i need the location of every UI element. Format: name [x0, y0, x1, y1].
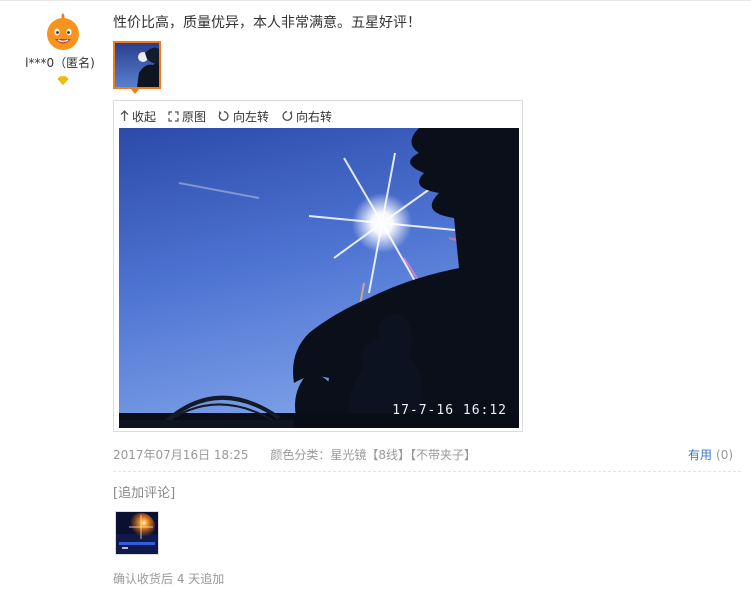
selected-indicator: [130, 88, 140, 94]
mascot-avatar-icon: [47, 13, 79, 50]
rotate-right-icon: [282, 110, 293, 121]
avatar[interactable]: [43, 12, 83, 52]
original-image-button[interactable]: 原图: [168, 108, 206, 125]
review-text: 性价比高，质量优异，本人非常满意。五星好评！: [113, 15, 421, 31]
append-timing-note: 确认收货后 4 天追加: [113, 572, 225, 586]
rotate-right-button[interactable]: 向右转: [281, 108, 332, 125]
useful-label[interactable]: 有用: [688, 448, 712, 462]
image-viewer: 收起 原图 向左转 向右转 17-7-16 16:12: [113, 100, 523, 432]
sku-info: 颜色分类：星光镜【8线】【不带夹子】: [270, 448, 476, 462]
username: l***0（匿名): [25, 56, 95, 70]
collapse-button[interactable]: 收起: [120, 108, 156, 125]
thumbnail-image: [115, 43, 159, 87]
append-review-title: [追加评论]: [113, 486, 176, 501]
review-meta: 2017年07月16日 18:25 颜色分类：星光镜【8线】【不带夹子】: [113, 446, 476, 463]
photo-timestamp: 17-7-16 16:12: [392, 403, 507, 418]
diamond-level-icon: [57, 76, 69, 85]
dashed-divider: [113, 471, 741, 472]
rotate-left-icon: [218, 110, 229, 121]
review-date: 2017年07月16日 18:25: [113, 448, 249, 462]
rotate-left-label: 向左转: [233, 109, 270, 124]
rotate-left-button[interactable]: 向左转: [218, 108, 269, 125]
viewer-toolbar: 收起 原图 向左转 向右转: [120, 107, 344, 125]
collapse-icon: [120, 110, 129, 121]
original-image-label: 原图: [182, 109, 207, 124]
append-photo-thumbnail[interactable]: [115, 511, 159, 555]
collapse-label: 收起: [132, 109, 157, 124]
expand-icon: [168, 110, 179, 122]
append-thumbnail-image: [116, 512, 158, 554]
rotate-right-label: 向右转: [296, 109, 333, 124]
review-photo-large[interactable]: 17-7-16 16:12: [119, 128, 519, 428]
photo-image: [119, 128, 519, 428]
top-divider: [0, 0, 751, 1]
review-photo-thumbnail[interactable]: [113, 41, 161, 89]
useful-button[interactable]: 有用 (0): [688, 446, 733, 463]
useful-count: (0): [716, 448, 734, 462]
